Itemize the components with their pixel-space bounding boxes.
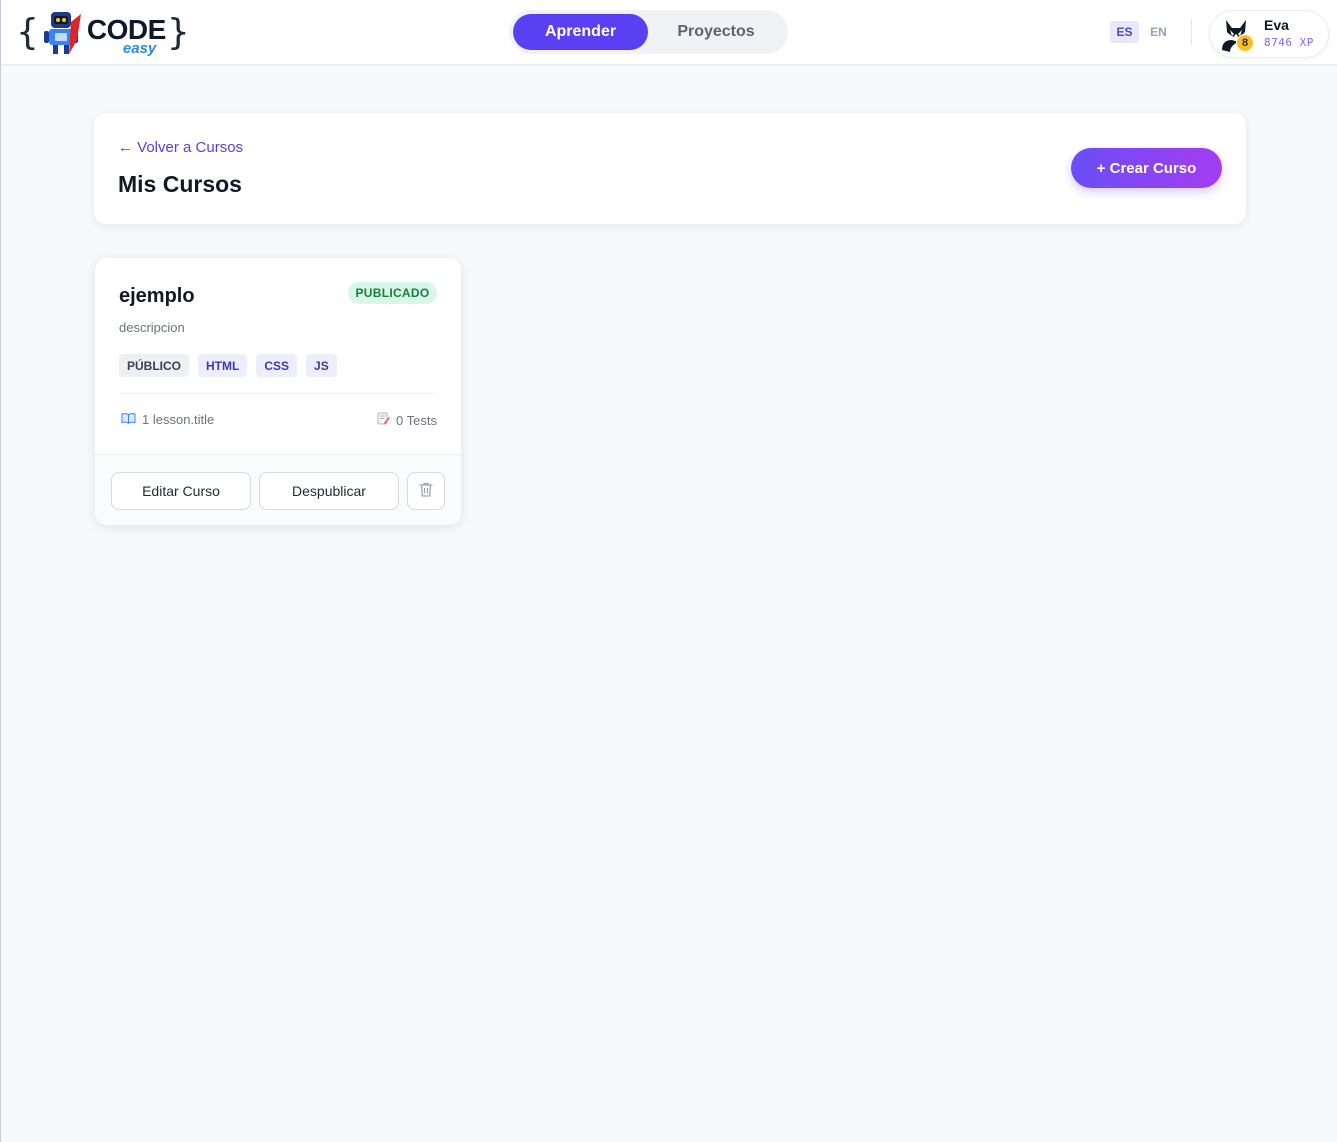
tab-aprender[interactable]: Aprender	[513, 14, 648, 50]
user-xp: 8746 XP	[1264, 36, 1314, 49]
status-badge: PUBLICADO	[348, 282, 437, 304]
course-tags: PÚBLICO HTML CSS JS	[119, 354, 337, 377]
visibility-tag: PÚBLICO	[119, 354, 189, 377]
page-title: Mis Cursos	[118, 171, 242, 197]
language-en-button[interactable]: EN	[1144, 21, 1173, 43]
tab-proyectos[interactable]: Proyectos	[648, 14, 784, 50]
edit-course-button[interactable]: Editar Curso	[111, 472, 251, 510]
page-header-card: ← Volver a Cursos Mis Cursos + Crear Cur…	[94, 113, 1246, 224]
book-icon	[121, 412, 136, 427]
memo-icon	[377, 412, 390, 428]
logo-wordmark: CODE easy	[85, 10, 167, 57]
course-description: descripcion	[119, 320, 185, 335]
course-card-actions: Editar Curso Despublicar	[95, 454, 461, 525]
trash-icon	[418, 481, 434, 501]
logo-brace-open: {	[16, 12, 39, 53]
course-title: ejemplo	[119, 285, 195, 307]
course-card: ejemplo PUBLICADO descripcion PÚBLICO HT…	[95, 258, 461, 525]
create-course-button[interactable]: + Crear Curso	[1071, 148, 1222, 188]
tests-count-label: 0 Tests	[396, 412, 437, 428]
unpublish-button[interactable]: Despublicar	[259, 472, 399, 510]
user-name: Eva	[1264, 17, 1289, 33]
lessons-count-label: 1 lesson.title	[142, 412, 215, 427]
logo-easy-text: easy	[122, 40, 157, 57]
robot-mascot-icon	[41, 10, 83, 56]
user-level-badge: 8	[1236, 34, 1254, 52]
codeeasy-logo[interactable]: { CODE easy }	[16, 8, 191, 58]
delete-course-button[interactable]	[407, 472, 445, 510]
main-tabs: Aprender Proyectos	[509, 10, 788, 54]
top-navbar: { CODE easy } Aprender Proyectos ES EN 8…	[1, 0, 1337, 65]
user-profile-chip[interactable]: 8 Eva 8746 XP	[1209, 10, 1329, 58]
card-divider	[119, 393, 437, 394]
tech-tag: CSS	[256, 354, 298, 377]
tech-tag: JS	[306, 354, 337, 377]
back-to-courses-link[interactable]: ← Volver a Cursos	[118, 139, 243, 156]
logo-brace-close: }	[166, 12, 190, 53]
tests-count: 0 Tests	[377, 412, 437, 428]
language-es-button[interactable]: ES	[1110, 21, 1139, 43]
tech-tag: HTML	[198, 354, 248, 377]
header-divider	[1191, 19, 1192, 45]
lessons-count: 1 lesson.title	[121, 412, 214, 427]
